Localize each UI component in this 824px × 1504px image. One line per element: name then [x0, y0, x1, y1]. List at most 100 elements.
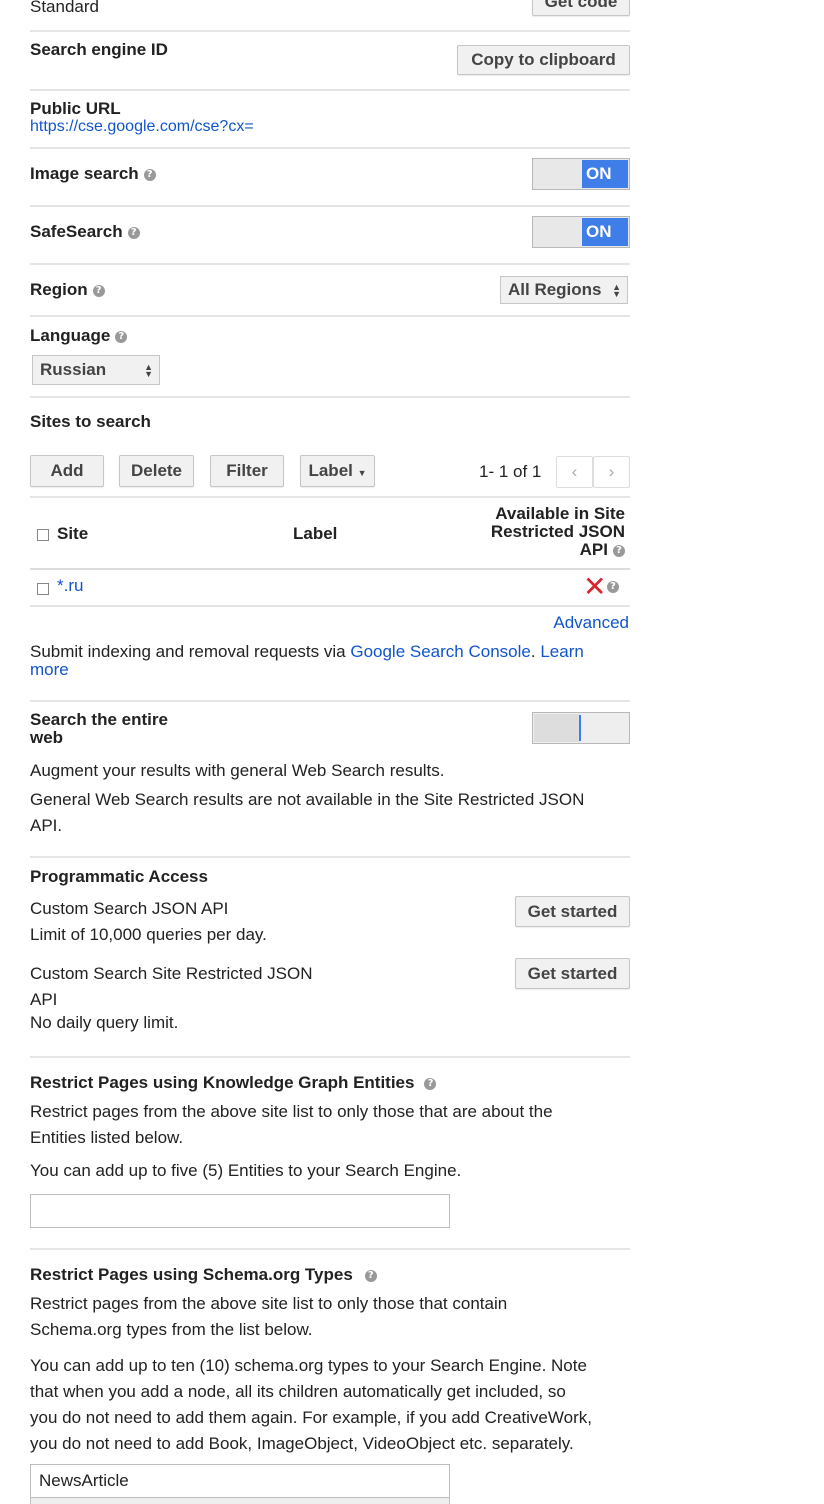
row-checkbox[interactable]	[37, 583, 49, 595]
restricted-api-get-started-button[interactable]: Get started	[515, 958, 630, 989]
schema-types-desc: Restrict pages from the above site list …	[30, 1291, 507, 1343]
schema-types-desc-line2: Schema.org types from the list below.	[30, 1320, 313, 1339]
region-select[interactable]: All Regions ▲ ▼	[500, 276, 628, 304]
knowledge-graph-desc-line1: Restrict pages from the above site list …	[30, 1102, 553, 1121]
select-arrows-icon: ▲ ▼	[612, 282, 621, 299]
indexing-prefix: Submit indexing and removal requests via	[30, 642, 351, 661]
public-url-link[interactable]: https://cse.google.com/cse?cx=	[30, 118, 254, 136]
divider	[30, 856, 630, 858]
toggle-handle	[579, 715, 581, 741]
schema-types-note: You can add up to ten (10) schema.org ty…	[30, 1353, 592, 1457]
knowledge-graph-desc: Restrict pages from the above site list …	[30, 1099, 553, 1151]
select-arrows-icon: ▲ ▼	[144, 362, 153, 379]
entire-web-desc-1: Augment your results with general Web Se…	[30, 761, 445, 780]
select-all-checkbox[interactable]	[37, 529, 49, 541]
add-site-button[interactable]: Add	[30, 455, 104, 487]
knowledge-graph-entities-input[interactable]	[30, 1194, 450, 1228]
delete-site-button[interactable]: Delete	[119, 455, 194, 487]
label-dropdown-button[interactable]: Label ▼	[300, 455, 375, 487]
indexing-text: Submit indexing and removal requests via…	[30, 643, 630, 679]
public-url-label: Public URL	[30, 99, 121, 118]
region-label-text: Region	[30, 280, 88, 299]
filter-button[interactable]: Filter	[210, 455, 284, 487]
divider	[30, 315, 630, 317]
column-header-label: Label	[293, 524, 338, 543]
schema-types-note-line3: you do not need to add them again. For e…	[30, 1408, 592, 1427]
search-engine-id-label: Search engine ID	[30, 40, 168, 59]
advanced-link[interactable]: Advanced	[553, 613, 629, 633]
site-link[interactable]: *.ru	[57, 576, 83, 596]
programmatic-access-title: Programmatic Access	[30, 867, 208, 886]
image-search-toggle[interactable]: ON	[532, 158, 630, 190]
divider	[30, 496, 630, 498]
get-code-button[interactable]: Get code	[532, 0, 630, 16]
search-entire-web-label-line2: web	[30, 728, 64, 747]
copy-to-clipboard-button[interactable]: Copy to clipboard	[457, 45, 630, 75]
divider	[30, 147, 630, 149]
knowledge-graph-desc-line2: Entities listed below.	[30, 1128, 184, 1147]
next-page-button[interactable]: ›	[593, 456, 630, 488]
knowledge-graph-title-text: Restrict Pages using Knowledge Graph Ent…	[30, 1073, 415, 1092]
chevron-right-icon: ›	[608, 462, 615, 481]
prev-page-button[interactable]: ‹	[556, 456, 593, 488]
divider	[30, 30, 630, 32]
dropdown-arrow-icon: ▼	[357, 468, 367, 478]
pagination-text: 1- 1 of 1	[479, 462, 542, 481]
divider	[30, 263, 630, 265]
safesearch-toggle[interactable]: ON	[532, 216, 630, 248]
column-header-available: Available in Site Restricted JSON API?	[491, 505, 625, 559]
schema-type-input[interactable]: NewsArticle	[30, 1464, 450, 1498]
help-icon[interactable]: ?	[613, 544, 625, 557]
help-icon[interactable]: ?	[607, 581, 619, 593]
help-icon[interactable]: ?	[364, 1269, 377, 1282]
help-icon[interactable]: ?	[92, 284, 105, 297]
divider	[30, 89, 630, 91]
not-available-x-icon: ✕	[583, 570, 607, 603]
sites-to-search-title: Sites to search	[30, 412, 151, 431]
edition-value: Standard	[30, 0, 99, 16]
schema-types-desc-line1: Restrict pages from the above site list …	[30, 1294, 508, 1313]
schema-types-note-line1: You can add up to ten (10) schema.org ty…	[30, 1356, 587, 1375]
schema-types-note-line2: that when you add a node, all its childr…	[30, 1382, 566, 1401]
language-select[interactable]: Russian ▲ ▼	[32, 355, 160, 385]
help-icon[interactable]: ?	[143, 168, 156, 181]
entire-web-desc-2: General Web Search results are not avail…	[30, 787, 584, 839]
entire-web-desc-2-line2: API.	[30, 816, 63, 835]
safesearch-label-text: SafeSearch	[30, 222, 123, 241]
help-icon[interactable]: ?	[424, 1077, 437, 1090]
json-api-name: Custom Search JSON API	[30, 899, 229, 918]
language-label-text: Language	[30, 326, 111, 345]
column-header-available-line2: Restricted JSON	[490, 522, 625, 541]
divider	[30, 396, 630, 398]
indexing-dot: .	[530, 642, 536, 661]
google-search-console-link[interactable]: Google Search Console	[350, 642, 531, 661]
column-header-available-line3-wrap: API?	[491, 541, 625, 559]
toggle-on-state: ON	[582, 160, 628, 188]
divider	[30, 700, 630, 702]
divider	[30, 568, 630, 570]
divider	[30, 205, 630, 207]
schema-types-title: Restrict Pages using Schema.org Types?	[30, 1265, 377, 1285]
safesearch-label: SafeSearch?	[30, 222, 140, 242]
learn-more-word1: Learn	[540, 642, 584, 661]
chevron-left-icon: ‹	[571, 462, 578, 481]
label-dropdown-text: Label	[308, 461, 353, 480]
column-header-available-line1: Available in Site	[495, 504, 625, 523]
divider	[30, 1056, 630, 1058]
learn-more-word2: more	[30, 660, 69, 679]
region-label: Region?	[30, 280, 105, 300]
column-header-site: Site	[57, 524, 89, 543]
restricted-api-name: Custom Search Site Restricted JSON API	[30, 961, 312, 1013]
search-entire-web-toggle[interactable]	[532, 712, 630, 744]
json-api-limit: Limit of 10,000 queries per day.	[30, 925, 267, 944]
help-icon[interactable]: ?	[115, 330, 128, 343]
divider	[30, 605, 630, 607]
search-entire-web-label-line1: Search the entire	[30, 710, 168, 729]
schema-types-title-text: Restrict Pages using Schema.org Types	[30, 1265, 353, 1284]
knowledge-graph-title: Restrict Pages using Knowledge Graph Ent…	[30, 1073, 437, 1093]
toggle-on-state: ON	[582, 218, 628, 246]
json-api-get-started-button[interactable]: Get started	[515, 896, 630, 927]
restricted-api-name-line2: API	[30, 990, 58, 1009]
entire-web-desc-2-line1: General Web Search results are not avail…	[30, 790, 585, 809]
help-icon[interactable]: ?	[127, 226, 140, 239]
